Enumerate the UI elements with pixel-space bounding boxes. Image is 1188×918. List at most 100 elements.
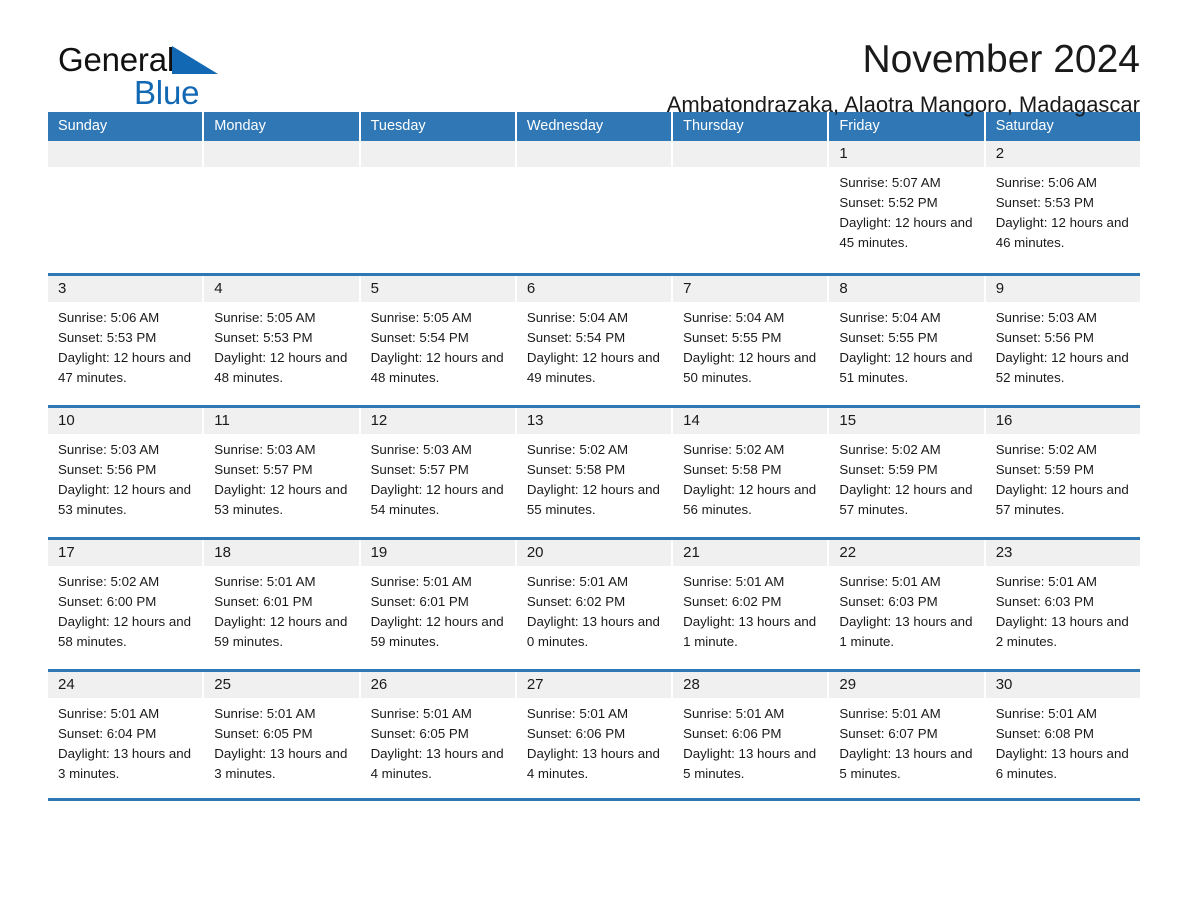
daylight-text: Daylight: 13 hours and 2 minutes. xyxy=(995,614,1129,649)
day-number: 17 xyxy=(48,540,203,566)
day-details xyxy=(673,167,827,173)
day-cell[interactable]: 12 Sunrise: 5:03 AM Sunset: 5:57 PM Dayl… xyxy=(360,408,517,537)
sunset-text: Sunset: 6:04 PM xyxy=(58,726,157,741)
day-cell[interactable]: 1 Sunrise: 5:07 AM Sunset: 5:52 PM Dayli… xyxy=(829,141,986,273)
day-cell[interactable]: 6 Sunrise: 5:04 AM Sunset: 5:54 PM Dayli… xyxy=(516,276,674,405)
day-details: Sunrise: 5:01 AM Sunset: 6:04 PM Dayligh… xyxy=(48,698,202,784)
sunset-text: Sunset: 5:53 PM xyxy=(58,330,157,345)
sunrise-text: Sunrise: 5:03 AM xyxy=(214,442,316,457)
day-number: 9 xyxy=(985,276,1140,302)
day-cell[interactable]: 9 Sunrise: 5:03 AM Sunset: 5:56 PM Dayli… xyxy=(985,276,1140,405)
day-cell[interactable]: 14 Sunrise: 5:02 AM Sunset: 5:58 PM Dayl… xyxy=(673,408,830,537)
day-number: 15 xyxy=(829,408,984,434)
day-details: Sunrise: 5:01 AM Sunset: 6:03 PM Dayligh… xyxy=(986,566,1140,652)
day-cell[interactable]: 23 Sunrise: 5:01 AM Sunset: 6:03 PM Dayl… xyxy=(985,540,1140,669)
day-cell[interactable]: 5 Sunrise: 5:05 AM Sunset: 5:54 PM Dayli… xyxy=(360,276,517,405)
day-cell[interactable]: 10 Sunrise: 5:03 AM Sunset: 5:56 PM Dayl… xyxy=(48,408,205,537)
generalblue-logo[interactable]: General Blue xyxy=(58,42,358,112)
daylight-text: Daylight: 12 hours and 59 minutes. xyxy=(370,614,504,649)
day-details: Sunrise: 5:01 AM Sunset: 6:06 PM Dayligh… xyxy=(673,698,827,784)
week-row: 1 Sunrise: 5:07 AM Sunset: 5:52 PM Dayli… xyxy=(48,141,1140,273)
daylight-text: Daylight: 13 hours and 4 minutes. xyxy=(526,746,660,781)
calendar-page: General Blue November 2024 Ambatondrazak… xyxy=(0,0,1188,918)
day-cell[interactable]: 29 Sunrise: 5:01 AM Sunset: 6:07 PM Dayl… xyxy=(829,672,986,798)
day-cell[interactable]: 4 Sunrise: 5:05 AM Sunset: 5:53 PM Dayli… xyxy=(204,276,361,405)
daylight-text: Daylight: 12 hours and 58 minutes. xyxy=(58,614,192,649)
day-number: 25 xyxy=(204,672,359,698)
daylight-text: Daylight: 12 hours and 55 minutes. xyxy=(526,482,660,517)
sunset-text: Sunset: 6:02 PM xyxy=(683,594,782,609)
sunset-text: Sunset: 6:03 PM xyxy=(839,594,938,609)
week-row: 24 Sunrise: 5:01 AM Sunset: 6:04 PM Dayl… xyxy=(48,669,1140,801)
day-details: Sunrise: 5:01 AM Sunset: 6:08 PM Dayligh… xyxy=(986,698,1140,784)
day-cell[interactable]: 15 Sunrise: 5:02 AM Sunset: 5:59 PM Dayl… xyxy=(829,408,986,537)
day-cell[interactable]: 24 Sunrise: 5:01 AM Sunset: 6:04 PM Dayl… xyxy=(48,672,205,798)
day-number: 2 xyxy=(985,141,1140,167)
day-number: 3 xyxy=(48,276,203,302)
sunset-text: Sunset: 5:53 PM xyxy=(995,195,1094,210)
day-number xyxy=(516,141,672,167)
day-details xyxy=(48,167,202,173)
sunset-text: Sunset: 5:56 PM xyxy=(58,462,157,477)
daylight-text: Daylight: 12 hours and 53 minutes. xyxy=(58,482,192,517)
day-cell[interactable]: 8 Sunrise: 5:04 AM Sunset: 5:55 PM Dayli… xyxy=(829,276,986,405)
sunset-text: Sunset: 5:57 PM xyxy=(214,462,313,477)
day-cell[interactable]: 7 Sunrise: 5:04 AM Sunset: 5:55 PM Dayli… xyxy=(673,276,830,405)
day-details: Sunrise: 5:03 AM Sunset: 5:57 PM Dayligh… xyxy=(204,434,358,520)
day-cell[interactable]: 3 Sunrise: 5:06 AM Sunset: 5:53 PM Dayli… xyxy=(48,276,205,405)
day-number: 26 xyxy=(360,672,515,698)
day-cell[interactable]: 22 Sunrise: 5:01 AM Sunset: 6:03 PM Dayl… xyxy=(829,540,986,669)
day-cell[interactable]: 21 Sunrise: 5:01 AM Sunset: 6:02 PM Dayl… xyxy=(673,540,830,669)
day-cell[interactable]: 17 Sunrise: 5:02 AM Sunset: 6:00 PM Dayl… xyxy=(48,540,205,669)
day-number: 19 xyxy=(360,540,515,566)
day-details: Sunrise: 5:02 AM Sunset: 5:58 PM Dayligh… xyxy=(673,434,827,520)
weekday-header-monday: Monday xyxy=(204,112,361,141)
daylight-text: Daylight: 12 hours and 57 minutes. xyxy=(839,482,973,517)
sunset-text: Sunset: 6:03 PM xyxy=(995,594,1094,609)
day-number: 24 xyxy=(48,672,203,698)
day-cell[interactable]: 13 Sunrise: 5:02 AM Sunset: 5:58 PM Dayl… xyxy=(516,408,674,537)
day-number: 27 xyxy=(516,672,672,698)
daylight-text: Daylight: 13 hours and 1 minute. xyxy=(683,614,817,649)
sunset-text: Sunset: 6:06 PM xyxy=(683,726,782,741)
day-cell[interactable]: 18 Sunrise: 5:01 AM Sunset: 6:01 PM Dayl… xyxy=(204,540,361,669)
daylight-text: Daylight: 12 hours and 56 minutes. xyxy=(683,482,817,517)
day-cell[interactable]: 20 Sunrise: 5:01 AM Sunset: 6:02 PM Dayl… xyxy=(516,540,674,669)
logo-blue-text: Blue xyxy=(134,74,200,111)
daylight-text: Daylight: 12 hours and 51 minutes. xyxy=(839,350,973,385)
day-number: 8 xyxy=(829,276,984,302)
day-cell[interactable]: 28 Sunrise: 5:01 AM Sunset: 6:06 PM Dayl… xyxy=(673,672,830,798)
day-cell[interactable]: 2 Sunrise: 5:06 AM Sunset: 5:53 PM Dayli… xyxy=(985,141,1140,273)
sunrise-text: Sunrise: 5:02 AM xyxy=(995,442,1097,457)
day-cell[interactable]: 16 Sunrise: 5:02 AM Sunset: 5:59 PM Dayl… xyxy=(985,408,1140,537)
daylight-text: Daylight: 13 hours and 5 minutes. xyxy=(683,746,817,781)
day-details: Sunrise: 5:05 AM Sunset: 5:54 PM Dayligh… xyxy=(361,302,515,388)
sunset-text: Sunset: 6:00 PM xyxy=(58,594,157,609)
daylight-text: Daylight: 12 hours and 52 minutes. xyxy=(995,350,1129,385)
sunset-text: Sunset: 5:53 PM xyxy=(214,330,313,345)
location-subtitle: Ambatondrazaka, Alaotra Mangoro, Madagas… xyxy=(666,92,1140,117)
day-cell xyxy=(204,141,361,273)
logo-bottom-row: Blue xyxy=(58,76,358,110)
day-cell xyxy=(673,141,830,273)
page-header: General Blue November 2024 Ambatondrazak… xyxy=(48,0,1140,117)
daylight-text: Daylight: 12 hours and 47 minutes. xyxy=(58,350,192,385)
day-cell[interactable]: 25 Sunrise: 5:01 AM Sunset: 6:05 PM Dayl… xyxy=(204,672,361,798)
day-cell[interactable]: 19 Sunrise: 5:01 AM Sunset: 6:01 PM Dayl… xyxy=(360,540,517,669)
day-number: 23 xyxy=(985,540,1140,566)
daylight-text: Daylight: 12 hours and 50 minutes. xyxy=(683,350,817,385)
day-cell[interactable]: 27 Sunrise: 5:01 AM Sunset: 6:06 PM Dayl… xyxy=(516,672,674,798)
daylight-text: Daylight: 12 hours and 59 minutes. xyxy=(214,614,348,649)
day-cell[interactable]: 26 Sunrise: 5:01 AM Sunset: 6:05 PM Dayl… xyxy=(360,672,517,798)
sunset-text: Sunset: 5:56 PM xyxy=(995,330,1094,345)
day-cell[interactable]: 11 Sunrise: 5:03 AM Sunset: 5:57 PM Dayl… xyxy=(204,408,361,537)
day-cell[interactable]: 30 Sunrise: 5:01 AM Sunset: 6:08 PM Dayl… xyxy=(985,672,1140,798)
weekday-header-sunday: Sunday xyxy=(48,112,205,141)
day-number xyxy=(204,141,359,167)
day-number xyxy=(673,141,828,167)
day-number xyxy=(360,141,515,167)
day-cell xyxy=(516,141,674,273)
sunrise-text: Sunrise: 5:05 AM xyxy=(370,310,472,325)
day-details: Sunrise: 5:03 AM Sunset: 5:56 PM Dayligh… xyxy=(986,302,1140,388)
daylight-text: Daylight: 12 hours and 57 minutes. xyxy=(995,482,1129,517)
